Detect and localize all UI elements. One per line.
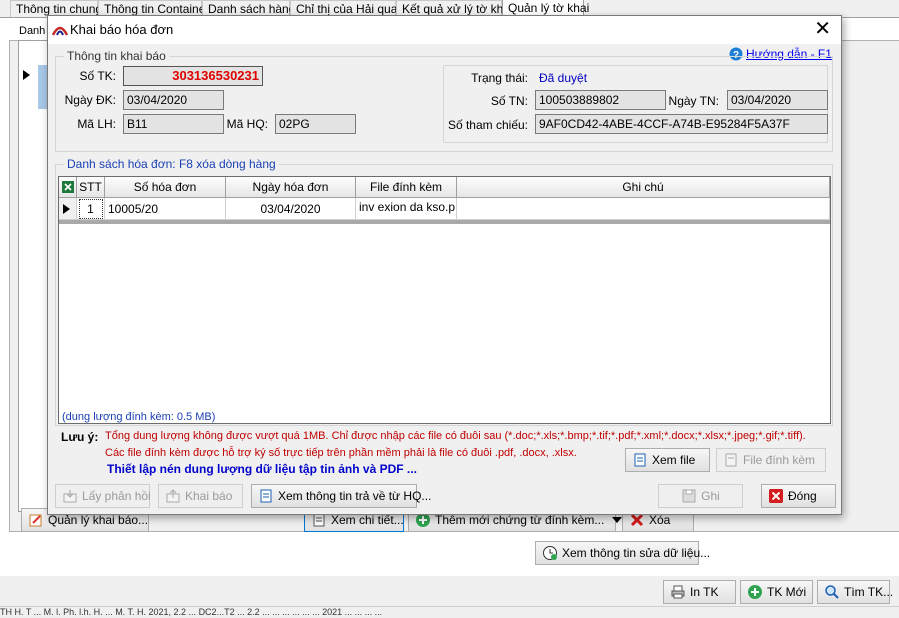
- so-tn-field[interactable]: 100503889802: [535, 90, 666, 110]
- col-file-dinh-kem-header[interactable]: File đính kèm: [356, 177, 457, 198]
- cell-ngay-hoa-don[interactable]: 03/04/2020: [226, 198, 356, 220]
- dialog-titlebar: Khai báo hóa đơn ✕: [48, 16, 841, 44]
- so-tham-chieu-label: Số tham chiếu:: [447, 118, 528, 132]
- dong-label: Đóng: [788, 489, 817, 503]
- clock-icon: [542, 545, 558, 561]
- col-so-hoa-don-header[interactable]: Số hóa đơn: [105, 177, 226, 198]
- close-icon[interactable]: ✕: [814, 19, 831, 39]
- lay-phan-hoi-button[interactable]: Lấy phản hồi: [55, 484, 151, 508]
- invoice-list-legend: Danh sách hóa đơn: F8 xóa dòng hàng: [64, 157, 279, 171]
- add-icon: [747, 584, 763, 600]
- note-label: Lưu ý:: [61, 430, 99, 444]
- xem-thong-tin-tra-ve-button[interactable]: Xem thông tin trả về từ HQ...: [251, 484, 431, 508]
- info-group-legend: Thông tin khai báo: [64, 49, 169, 63]
- search-icon: [824, 584, 840, 600]
- col-stt-header[interactable]: STT: [77, 177, 105, 198]
- attachment-icon: [723, 452, 739, 468]
- cell-file-dinh-kem[interactable]: inv exion da kso.p: [356, 198, 457, 220]
- khai-bao-button[interactable]: Khai báo: [158, 484, 243, 508]
- status-bar: TH H. T ... M. l. Ph. l.h. H. ... M. T. …: [0, 606, 899, 618]
- row-pointer-icon: [59, 198, 77, 220]
- capacity-text: (dung lượng đính kèm: 0.5 MB): [62, 411, 216, 423]
- ngay-tn-field[interactable]: 03/04/2020: [727, 90, 828, 110]
- cell-so-hoa-don[interactable]: 10005/20: [105, 198, 226, 220]
- in-tk-label: In TK: [690, 585, 719, 599]
- in-tk-button[interactable]: In TK: [663, 580, 736, 604]
- background-grid-header: Danh: [19, 25, 46, 37]
- dong-button[interactable]: Đóng: [761, 484, 836, 508]
- cell-stt: 1: [78, 199, 103, 219]
- khai-bao-label: Khai báo: [185, 489, 233, 503]
- ngay-tn-label: Ngày TN:: [668, 94, 719, 108]
- ghi-label: Ghi: [701, 489, 720, 503]
- ma-lh-field[interactable]: B11: [123, 114, 224, 134]
- row-pointer-icon: [19, 65, 37, 85]
- col-ghi-chu-header[interactable]: Ghi chú: [457, 177, 830, 198]
- ma-hq-label: Mã HQ:: [226, 117, 268, 131]
- excel-export-icon[interactable]: [59, 177, 77, 198]
- khai-bao-hoa-don-dialog: Khai báo hóa đơn ✕ ? Hướng dẫn - F1 Thôn…: [47, 15, 842, 515]
- xem-thong-tin-sua-button[interactable]: Xem thông tin sửa dữ liệu...: [535, 541, 710, 565]
- tim-tk-button[interactable]: Tìm TK...: [817, 580, 894, 604]
- tim-tk-label: Tìm TK...: [844, 585, 894, 599]
- cell-ghi-chu[interactable]: [457, 198, 830, 220]
- dialog-title: Khai báo hóa đơn: [70, 22, 174, 37]
- ma-lh-label: Mã LH:: [77, 117, 116, 131]
- xem-file-button[interactable]: Xem file: [625, 448, 710, 472]
- ma-hq-field[interactable]: 02PG: [275, 114, 356, 134]
- compress-setting-link[interactable]: Thiết lập nén dung lượng dữ liệu tập tin…: [107, 462, 417, 476]
- lay-phan-hoi-label: Lấy phản hồi: [82, 489, 151, 503]
- so-tham-chieu-field[interactable]: 9AF0CD42-4ABE-4CCF-A74B-E95284F5A37F: [535, 114, 828, 134]
- status-text: TH H. T ... M. l. Ph. l.h. H. ... M. T. …: [0, 607, 383, 617]
- background-grid: [18, 40, 50, 512]
- inbox-icon: [62, 488, 78, 504]
- so-tk-label: Số TK:: [79, 69, 116, 83]
- send-icon: [165, 488, 181, 504]
- so-tn-label: Số TN:: [490, 94, 528, 108]
- col-ngay-hoa-don-header[interactable]: Ngày hóa đơn: [226, 177, 356, 198]
- ngay-dk-label: Ngày ĐK:: [64, 93, 116, 107]
- table-row[interactable]: 1: [77, 198, 105, 220]
- printer-icon: [670, 584, 686, 600]
- grid-background: [58, 224, 831, 424]
- so-tk-field[interactable]: 303136530231: [123, 66, 263, 86]
- note-line-1: Tổng dung lượng không được vượt quá 1MB.…: [105, 430, 806, 442]
- document-icon: [632, 452, 648, 468]
- edit-icon: [28, 512, 44, 528]
- ghi-button[interactable]: Ghi: [658, 484, 743, 508]
- save-icon: [681, 488, 697, 504]
- trang-thai-label: Trạng thái:: [471, 71, 528, 85]
- trang-thai-value: Đã duyệt: [539, 71, 588, 85]
- app-logo-icon: [51, 23, 69, 40]
- xem-thong-tin-sua-label: Xem thông tin sửa dữ liệu...: [562, 546, 711, 560]
- xem-thong-tin-tra-ve-label: Xem thông tin trả về từ HQ...: [278, 489, 432, 503]
- close-icon: [768, 488, 784, 504]
- ngay-dk-field[interactable]: 03/04/2020: [123, 90, 224, 110]
- tk-moi-button[interactable]: TK Mới: [740, 580, 813, 604]
- file-dinh-kem-button[interactable]: File đính kèm: [716, 448, 826, 472]
- tk-moi-label: TK Mới: [767, 585, 807, 599]
- note-line-2: Các file đính kèm được hỗ trợ ký số trực…: [105, 447, 577, 459]
- xem-file-label: Xem file: [652, 453, 696, 467]
- document-icon: [258, 488, 274, 504]
- file-dinh-kem-label: File đính kèm: [743, 453, 816, 467]
